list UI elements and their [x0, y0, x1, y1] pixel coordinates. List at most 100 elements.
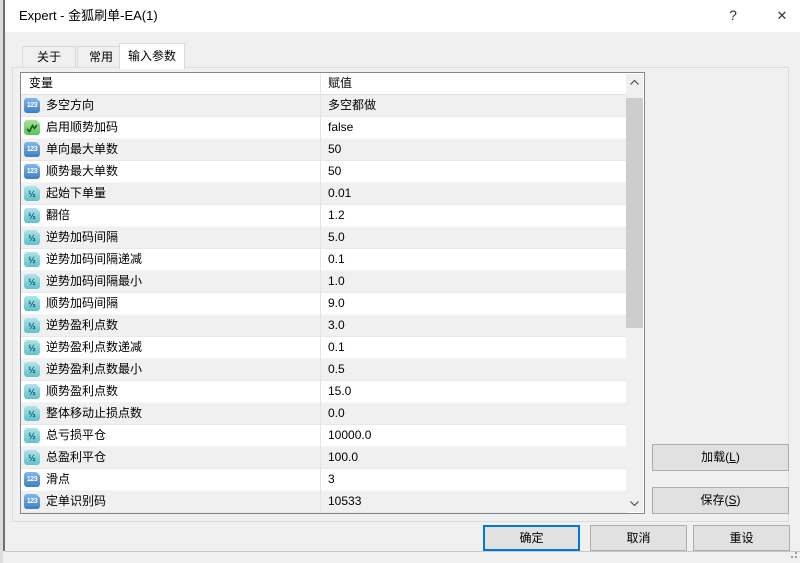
parameter-row[interactable]: ½ 逆势盈利点数最小 0.5: [21, 359, 627, 381]
resize-grip[interactable]: [787, 552, 797, 561]
parameter-name: 顺势盈利点数: [46, 381, 118, 402]
parameter-value[interactable]: 50: [328, 139, 341, 160]
parameter-name: 逆势加码间隔递减: [46, 249, 142, 270]
double-param-icon: ½: [24, 186, 40, 201]
parameters-list: 变量 赋值 123 多空方向 多空都做 启用顺势加码 false 123 单向最…: [21, 73, 627, 513]
parameter-row[interactable]: 启用顺势加码 false: [21, 117, 627, 139]
parameter-row[interactable]: 123 单向最大单数 50: [21, 139, 627, 161]
parameter-row[interactable]: ½ 逆势加码间隔递减 0.1: [21, 249, 627, 271]
parameter-name: 多空方向: [46, 95, 94, 116]
save-button[interactable]: 保存(S): [652, 487, 789, 514]
parameter-name: 总亏损平仓: [46, 425, 106, 446]
parameter-value[interactable]: 9.0: [328, 293, 345, 314]
load-button[interactable]: 加载(L): [652, 444, 789, 471]
column-divider: [320, 315, 321, 337]
parameter-row[interactable]: ½ 总亏损平仓 10000.0: [21, 425, 627, 447]
tab-about[interactable]: 关于: [22, 46, 76, 68]
double-param-icon: ½: [24, 384, 40, 399]
scrollbar-down-icon[interactable]: [626, 495, 643, 512]
number-param-icon: 123: [24, 142, 40, 157]
double-param-icon: ½: [24, 230, 40, 245]
parameter-value[interactable]: 1.0: [328, 271, 345, 292]
column-divider: [320, 469, 321, 491]
parameter-value[interactable]: 1.2: [328, 205, 345, 226]
number-param-icon: 123: [24, 472, 40, 487]
cancel-button[interactable]: 取消: [590, 525, 687, 551]
parameter-value[interactable]: 100.0: [328, 447, 358, 468]
scrollbar-thumb[interactable]: [626, 98, 643, 328]
parameter-name: 顺势最大单数: [46, 161, 118, 182]
parameter-value[interactable]: 15.0: [328, 381, 351, 402]
boolean-param-icon: [24, 120, 40, 135]
parameter-name: 逆势盈利点数: [46, 315, 118, 336]
column-header-value: 赋值: [328, 73, 352, 94]
parameter-value[interactable]: false: [328, 117, 353, 138]
double-param-icon: ½: [24, 274, 40, 289]
column-divider: [320, 249, 321, 271]
parameter-row[interactable]: 123 多空方向 多空都做: [21, 95, 627, 117]
double-param-icon: ½: [24, 406, 40, 421]
column-divider: [320, 117, 321, 139]
parameter-row[interactable]: 123 顺势最大单数 50: [21, 161, 627, 183]
parameter-row[interactable]: 123 滑点 3: [21, 469, 627, 491]
number-param-icon: 123: [24, 98, 40, 113]
column-divider: [320, 293, 321, 315]
parameter-value[interactable]: 0.1: [328, 337, 345, 358]
parameter-row[interactable]: 123 定单识别码 10533: [21, 491, 627, 513]
double-param-icon: ½: [24, 450, 40, 465]
column-divider: [320, 381, 321, 403]
parameter-row[interactable]: ½ 顺势加码间隔 9.0: [21, 293, 627, 315]
parameter-value[interactable]: 10533: [328, 491, 361, 512]
column-header-variable: 变量: [29, 73, 53, 94]
titlebar: Expert - 金狐刷单-EA(1) ? ✕: [5, 0, 800, 32]
parameter-name: 总盈利平仓: [46, 447, 106, 468]
table-header-row: 变量 赋值: [21, 73, 627, 95]
reset-button[interactable]: 重设: [693, 525, 790, 551]
parameter-row[interactable]: ½ 起始下单量 0.01: [21, 183, 627, 205]
window-title: Expert - 金狐刷单-EA(1): [19, 0, 158, 32]
parameter-value[interactable]: 多空都做: [328, 95, 376, 116]
parameter-row[interactable]: ½ 总盈利平仓 100.0: [21, 447, 627, 469]
parameter-value[interactable]: 5.0: [328, 227, 345, 248]
parameter-value[interactable]: 0.1: [328, 249, 345, 270]
column-divider: [320, 95, 321, 117]
help-button[interactable]: ?: [710, 0, 756, 31]
vertical-scrollbar[interactable]: [626, 74, 643, 512]
parameter-name: 单向最大单数: [46, 139, 118, 160]
parameter-value[interactable]: 0.01: [328, 183, 351, 204]
column-divider: [320, 139, 321, 161]
parameter-value[interactable]: 3: [328, 469, 335, 490]
parameters-table: 变量 赋值 123 多空方向 多空都做 启用顺势加码 false 123 单向最…: [20, 72, 645, 514]
tab-common[interactable]: 常用: [77, 46, 125, 68]
parameter-name: 启用顺势加码: [46, 117, 118, 138]
column-divider[interactable]: [320, 73, 321, 95]
parameter-row[interactable]: ½ 整体移动止损点数 0.0: [21, 403, 627, 425]
column-divider: [320, 271, 321, 293]
double-param-icon: ½: [24, 296, 40, 311]
tab-input-parameters[interactable]: 输入参数: [119, 43, 185, 69]
close-icon[interactable]: ✕: [759, 0, 800, 31]
parameter-row[interactable]: ½ 逆势加码间隔最小 1.0: [21, 271, 627, 293]
scrollbar-up-icon[interactable]: [626, 74, 643, 91]
double-param-icon: ½: [24, 340, 40, 355]
parameter-name: 逆势加码间隔: [46, 227, 118, 248]
parameter-value[interactable]: 0.5: [328, 359, 345, 380]
parameter-value[interactable]: 10000.0: [328, 425, 371, 446]
double-param-icon: ½: [24, 252, 40, 267]
parameter-value[interactable]: 0.0: [328, 403, 345, 424]
column-divider: [320, 183, 321, 205]
parameter-row[interactable]: ½ 顺势盈利点数 15.0: [21, 381, 627, 403]
parameter-row[interactable]: ½ 逆势盈利点数递减 0.1: [21, 337, 627, 359]
parameter-value[interactable]: 50: [328, 161, 341, 182]
column-divider: [320, 359, 321, 381]
parameter-row[interactable]: ½ 逆势加码间隔 5.0: [21, 227, 627, 249]
parameter-value[interactable]: 3.0: [328, 315, 345, 336]
parameter-name: 整体移动止损点数: [46, 403, 142, 424]
ok-button[interactable]: 确定: [483, 525, 580, 551]
parameter-name: 逆势盈利点数递减: [46, 337, 142, 358]
parameter-row[interactable]: ½ 翻倍 1.2: [21, 205, 627, 227]
parameter-row[interactable]: ½ 逆势盈利点数 3.0: [21, 315, 627, 337]
column-divider: [320, 447, 321, 469]
dialog-border: [3, 0, 5, 551]
number-param-icon: 123: [24, 164, 40, 179]
